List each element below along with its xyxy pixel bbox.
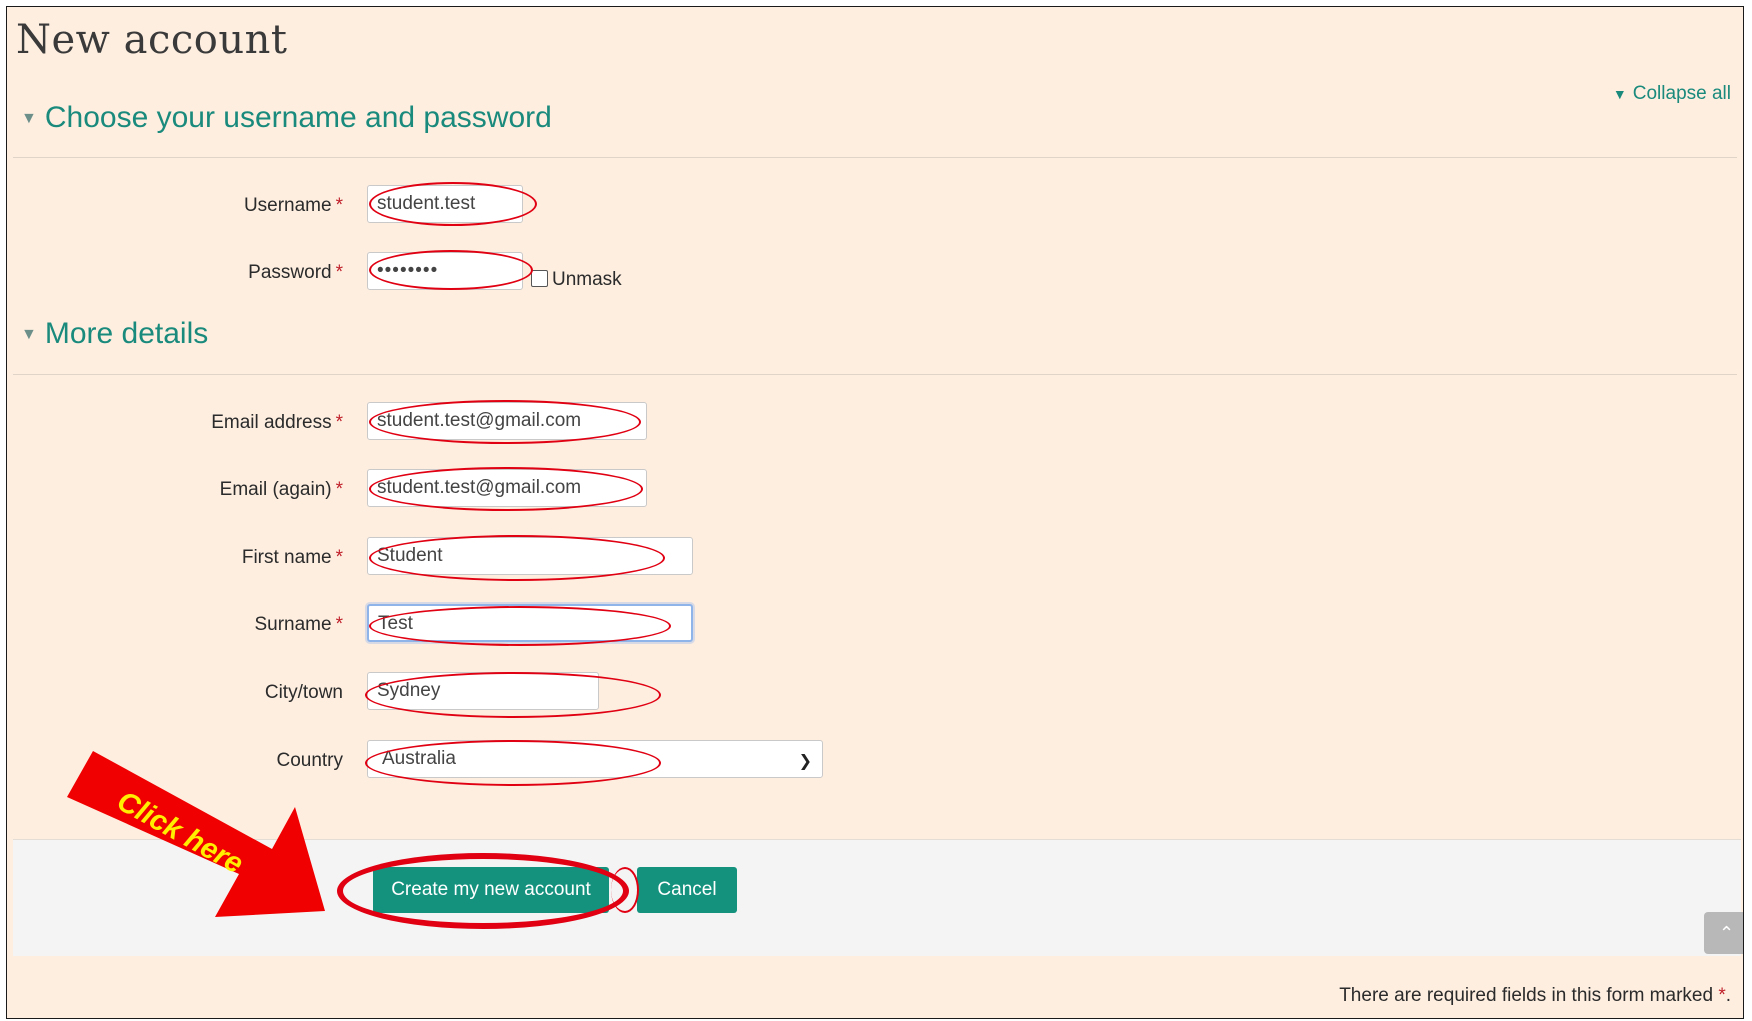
required-marker: *	[335, 547, 343, 568]
form-actions-bar	[13, 839, 1741, 956]
required-marker: *	[335, 614, 343, 635]
email-label: Email address *	[211, 412, 343, 433]
surname-input[interactable]: Test	[367, 604, 693, 642]
section-details-toggle[interactable]: ▼ More details	[21, 317, 208, 351]
country-selected-value: Australia	[382, 748, 456, 769]
collapse-all-label: Collapse all	[1632, 83, 1731, 104]
caret-down-icon: ▼	[21, 326, 37, 343]
email-again-input[interactable]: student.test@gmail.com	[367, 469, 647, 507]
required-marker: *	[335, 479, 343, 500]
scroll-to-top-button[interactable]: ⌃	[1704, 912, 1743, 954]
password-input[interactable]: ••••••••	[367, 252, 523, 290]
caret-down-icon: ▼	[21, 110, 37, 127]
first-name-label: First name *	[241, 547, 343, 568]
required-marker: *	[335, 262, 343, 283]
section-divider	[13, 157, 1737, 158]
cancel-button[interactable]: Cancel	[637, 867, 737, 913]
page-frame: New account ▼ Collapse all ▼ Choose your u…	[6, 6, 1744, 1019]
section-divider	[13, 374, 1737, 375]
city-label: City/town	[264, 682, 343, 703]
required-marker: *	[335, 412, 343, 433]
create-account-button[interactable]: Create my new account	[373, 867, 609, 913]
unmask-checkbox[interactable]: Unmask	[531, 269, 622, 291]
required-marker: *	[1718, 985, 1726, 1006]
password-label: Password *	[248, 262, 343, 283]
city-input[interactable]: Sydney	[367, 672, 599, 710]
surname-label: Surname *	[254, 614, 343, 635]
username-label: Username *	[243, 195, 343, 216]
username-input[interactable]: student.test	[367, 185, 523, 223]
caret-down-icon: ▼	[1612, 86, 1627, 102]
country-select[interactable]: Australia ❯	[367, 740, 823, 778]
email-again-label: Email (again) *	[219, 479, 343, 500]
chevron-up-icon: ⌃	[1718, 923, 1735, 943]
required-fields-note: There are required fields in this form m…	[1339, 985, 1731, 1006]
email-input[interactable]: student.test@gmail.com	[367, 402, 647, 440]
section-credentials-title: Choose your username and password	[44, 101, 552, 134]
country-label: Country	[276, 750, 343, 771]
chevron-down-icon: ❯	[798, 753, 812, 770]
checkbox-box[interactable]	[531, 270, 548, 287]
page-title: New account	[16, 17, 288, 63]
section-details-title: More details	[44, 317, 209, 350]
section-credentials-toggle[interactable]: ▼ Choose your username and password	[21, 101, 552, 135]
required-marker: *	[335, 195, 343, 216]
unmask-label: Unmask	[552, 269, 622, 290]
collapse-all-link[interactable]: ▼ Collapse all	[1613, 83, 1731, 105]
first-name-input[interactable]: Student	[367, 537, 693, 575]
